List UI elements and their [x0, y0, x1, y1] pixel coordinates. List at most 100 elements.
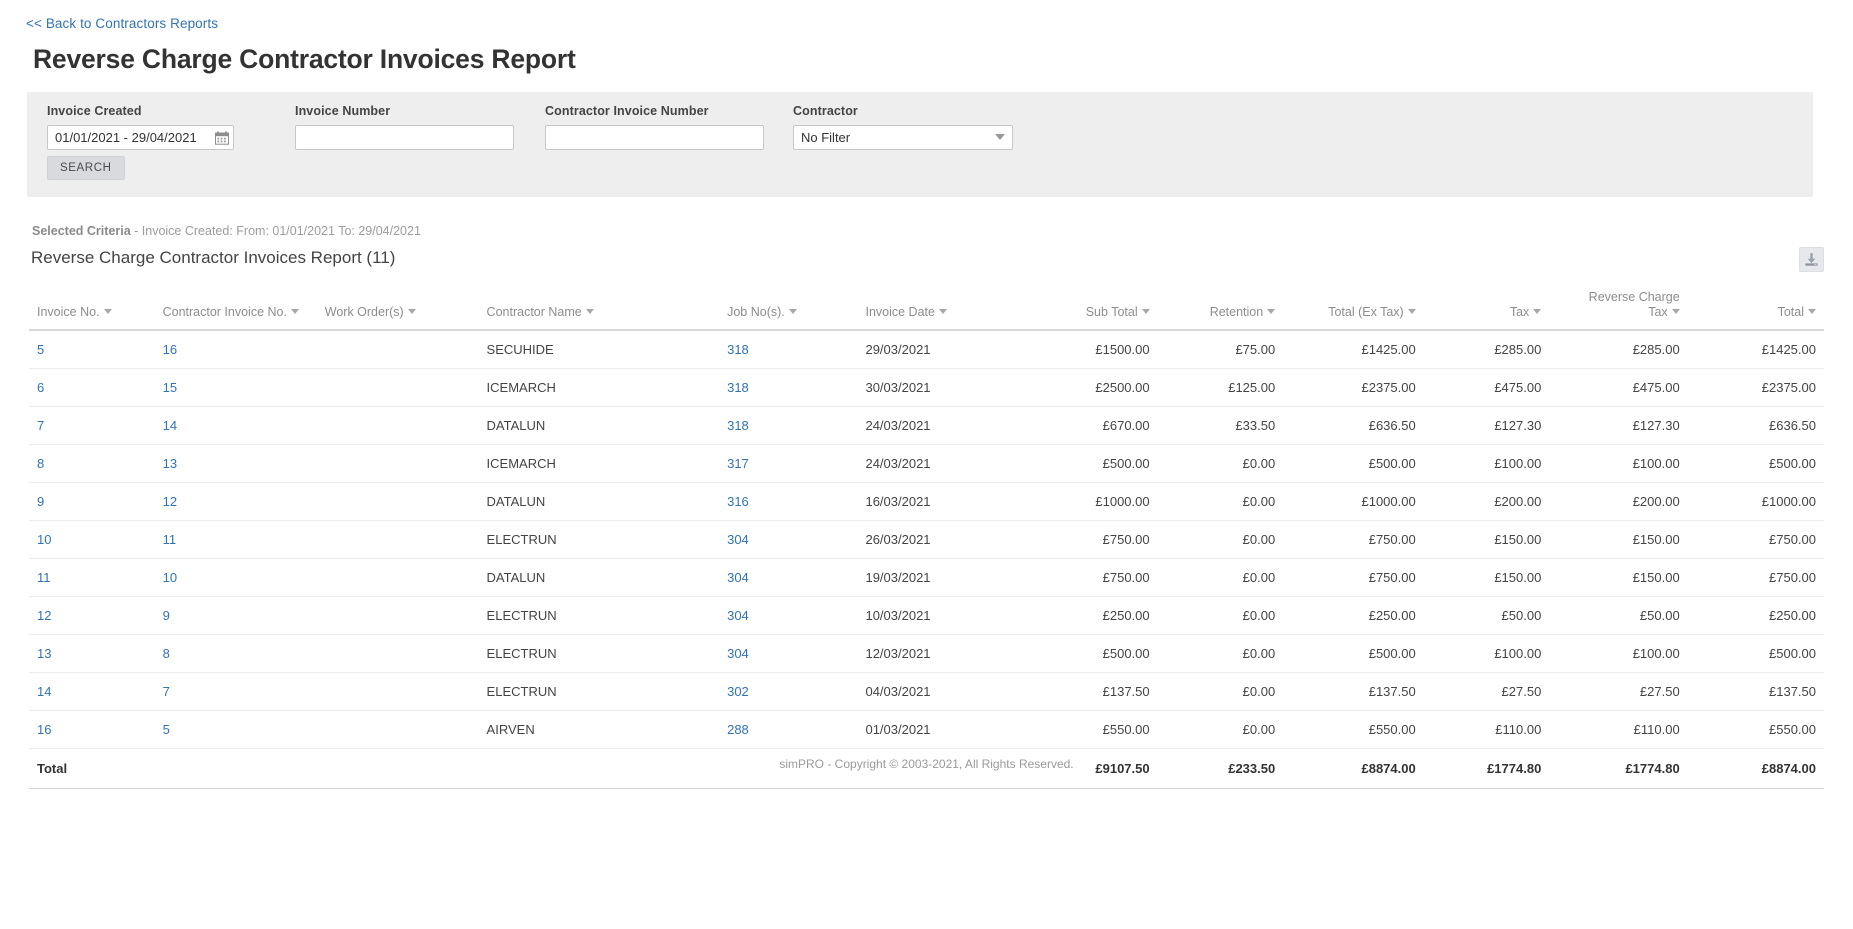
- cell-total: £500.00: [1687, 444, 1824, 483]
- cell-retention: £0.00: [1157, 482, 1284, 521]
- cell-total-ex-tax: £750.00: [1283, 520, 1424, 559]
- link-contractor-inv-no[interactable]: 7: [163, 684, 170, 699]
- cell-job-nos: 317: [719, 444, 858, 483]
- link-contractor-inv-no[interactable]: 8: [163, 646, 170, 661]
- contractor-invoice-number-input[interactable]: [545, 125, 764, 150]
- link-job-nos[interactable]: 317: [727, 456, 749, 471]
- cell-sub-total: £750.00: [1017, 558, 1158, 597]
- link-job-nos[interactable]: 304: [727, 532, 749, 547]
- column-header-total-ex-tax[interactable]: Total (Ex Tax): [1283, 286, 1424, 331]
- link-contractor-inv-no[interactable]: 16: [163, 342, 177, 357]
- link-contractor-inv-no[interactable]: 11: [163, 532, 177, 547]
- link-invoice-no[interactable]: 12: [37, 608, 51, 623]
- link-job-nos[interactable]: 302: [727, 684, 749, 699]
- column-header-work-orders[interactable]: Work Order(s): [316, 286, 479, 331]
- cell-total-ex-tax: £500.00: [1283, 634, 1424, 673]
- search-button[interactable]: SEARCH: [47, 156, 125, 180]
- download-report-button[interactable]: [1799, 247, 1824, 272]
- cell-work-orders: [316, 672, 479, 711]
- link-contractor-inv-no[interactable]: 13: [163, 456, 177, 471]
- column-label: Work Order(s): [324, 305, 404, 319]
- column-label: Job No(s).: [727, 305, 785, 319]
- cell-tax: £127.30: [1423, 406, 1550, 445]
- cell-contractor-inv-no: 7: [154, 672, 317, 711]
- link-job-nos[interactable]: 304: [727, 608, 749, 623]
- column-header-invoice-date[interactable]: Invoice Date: [857, 286, 1018, 331]
- link-invoice-no[interactable]: 11: [37, 570, 51, 585]
- column-header-invoice-no[interactable]: Invoice No.: [29, 286, 155, 331]
- sort-caret-icon: [1267, 309, 1276, 314]
- cell-invoice-no: 5: [29, 330, 155, 369]
- link-job-nos[interactable]: 304: [727, 570, 749, 585]
- link-contractor-inv-no[interactable]: 5: [163, 722, 170, 737]
- report-table-wrapper: Invoice No. Contractor Invoice No. Work …: [29, 286, 1824, 789]
- cell-contractor-inv-no: 13: [154, 444, 317, 483]
- link-contractor-inv-no[interactable]: 15: [163, 380, 177, 395]
- column-header-total[interactable]: Total: [1687, 286, 1824, 331]
- link-invoice-no[interactable]: 6: [37, 380, 44, 395]
- link-contractor-inv-no[interactable]: 14: [163, 418, 177, 433]
- cell-job-nos: 316: [719, 482, 858, 521]
- back-to-contractors-reports-link[interactable]: << Back to Contractors Reports: [26, 16, 218, 31]
- link-invoice-no[interactable]: 13: [37, 646, 51, 661]
- link-invoice-no[interactable]: 9: [37, 494, 44, 509]
- cell-total: £750.00: [1687, 558, 1824, 597]
- cell-work-orders: [316, 558, 479, 597]
- cell-invoice-no: 13: [29, 634, 155, 673]
- link-job-nos[interactable]: 288: [727, 722, 749, 737]
- cell-contractor-name: SECUHIDE: [478, 330, 720, 369]
- cell-contractor-inv-no: 14: [154, 406, 317, 445]
- column-header-contractor-name[interactable]: Contractor Name: [478, 286, 720, 331]
- cell-job-nos: 318: [719, 406, 858, 445]
- cell-invoice-date: 30/03/2021: [857, 368, 1018, 407]
- link-invoice-no[interactable]: 8: [37, 456, 44, 471]
- column-header-tax[interactable]: Tax: [1423, 286, 1550, 331]
- cell-contractor-name: ICEMARCH: [478, 368, 720, 407]
- cell-invoice-date: 10/03/2021: [857, 596, 1018, 635]
- link-job-nos[interactable]: 318: [727, 418, 749, 433]
- column-label-line1: Reverse Charge: [1588, 290, 1680, 304]
- cell-total: £137.50: [1687, 672, 1824, 711]
- cell-retention: £0.00: [1157, 596, 1284, 635]
- column-header-reverse-charge-tax[interactable]: Reverse Charge Tax: [1549, 286, 1688, 331]
- link-invoice-no[interactable]: 7: [37, 418, 44, 433]
- link-invoice-no[interactable]: 16: [37, 722, 51, 737]
- column-header-job-nos[interactable]: Job No(s).: [719, 286, 858, 331]
- link-invoice-no[interactable]: 5: [37, 342, 44, 357]
- link-invoice-no[interactable]: 14: [37, 684, 51, 699]
- link-job-nos[interactable]: 316: [727, 494, 749, 509]
- cell-reverse-charge-tax: £27.50: [1549, 672, 1688, 711]
- link-job-nos[interactable]: 304: [727, 646, 749, 661]
- column-label: Contractor Invoice No.: [162, 305, 287, 319]
- calendar-picker-button[interactable]: [210, 126, 233, 149]
- cell-work-orders: [316, 368, 479, 407]
- cell-contractor-name: ICEMARCH: [478, 444, 720, 483]
- cell-tax: £150.00: [1423, 558, 1550, 597]
- invoice-number-input[interactable]: [295, 125, 514, 150]
- table-row: 16 5 AIRVEN 288 01/03/2021 £550.00 £0.00 £550.0…: [29, 710, 1824, 749]
- cell-tax: £100.00: [1423, 444, 1550, 483]
- link-contractor-inv-no[interactable]: 10: [163, 570, 177, 585]
- invoice-created-date-input[interactable]: [47, 125, 234, 150]
- field-invoice-created: Invoice Created: [47, 104, 234, 150]
- column-header-retention[interactable]: Retention: [1157, 286, 1284, 331]
- link-contractor-inv-no[interactable]: 9: [163, 608, 170, 623]
- link-job-nos[interactable]: 318: [727, 342, 749, 357]
- sort-caret-icon: [1407, 309, 1416, 314]
- table-row: 5 16 SECUHIDE 318 29/03/2021 £1500.00 £75.00 £1…: [29, 330, 1824, 369]
- cell-sub-total: £137.50: [1017, 672, 1158, 711]
- cell-contractor-name: AIRVEN: [478, 710, 720, 749]
- column-header-contractor-invoice-no[interactable]: Contractor Invoice No.: [154, 286, 317, 331]
- cell-total: £1425.00: [1687, 330, 1824, 369]
- cell-tax: £110.00: [1423, 710, 1550, 749]
- cell-work-orders: [316, 406, 479, 445]
- cell-work-orders: [316, 710, 479, 749]
- column-label-line2: Tax: [1648, 305, 1668, 319]
- table-row: 12 9 ELECTRUN 304 10/03/2021 £250.00 £0.00 £250…: [29, 596, 1824, 635]
- link-contractor-inv-no[interactable]: 12: [163, 494, 177, 509]
- column-header-sub-total[interactable]: Sub Total: [1017, 286, 1158, 331]
- link-job-nos[interactable]: 318: [727, 380, 749, 395]
- link-invoice-no[interactable]: 10: [37, 532, 51, 547]
- cell-invoice-no: 11: [29, 558, 155, 597]
- contractor-select[interactable]: No Filter: [793, 125, 1013, 150]
